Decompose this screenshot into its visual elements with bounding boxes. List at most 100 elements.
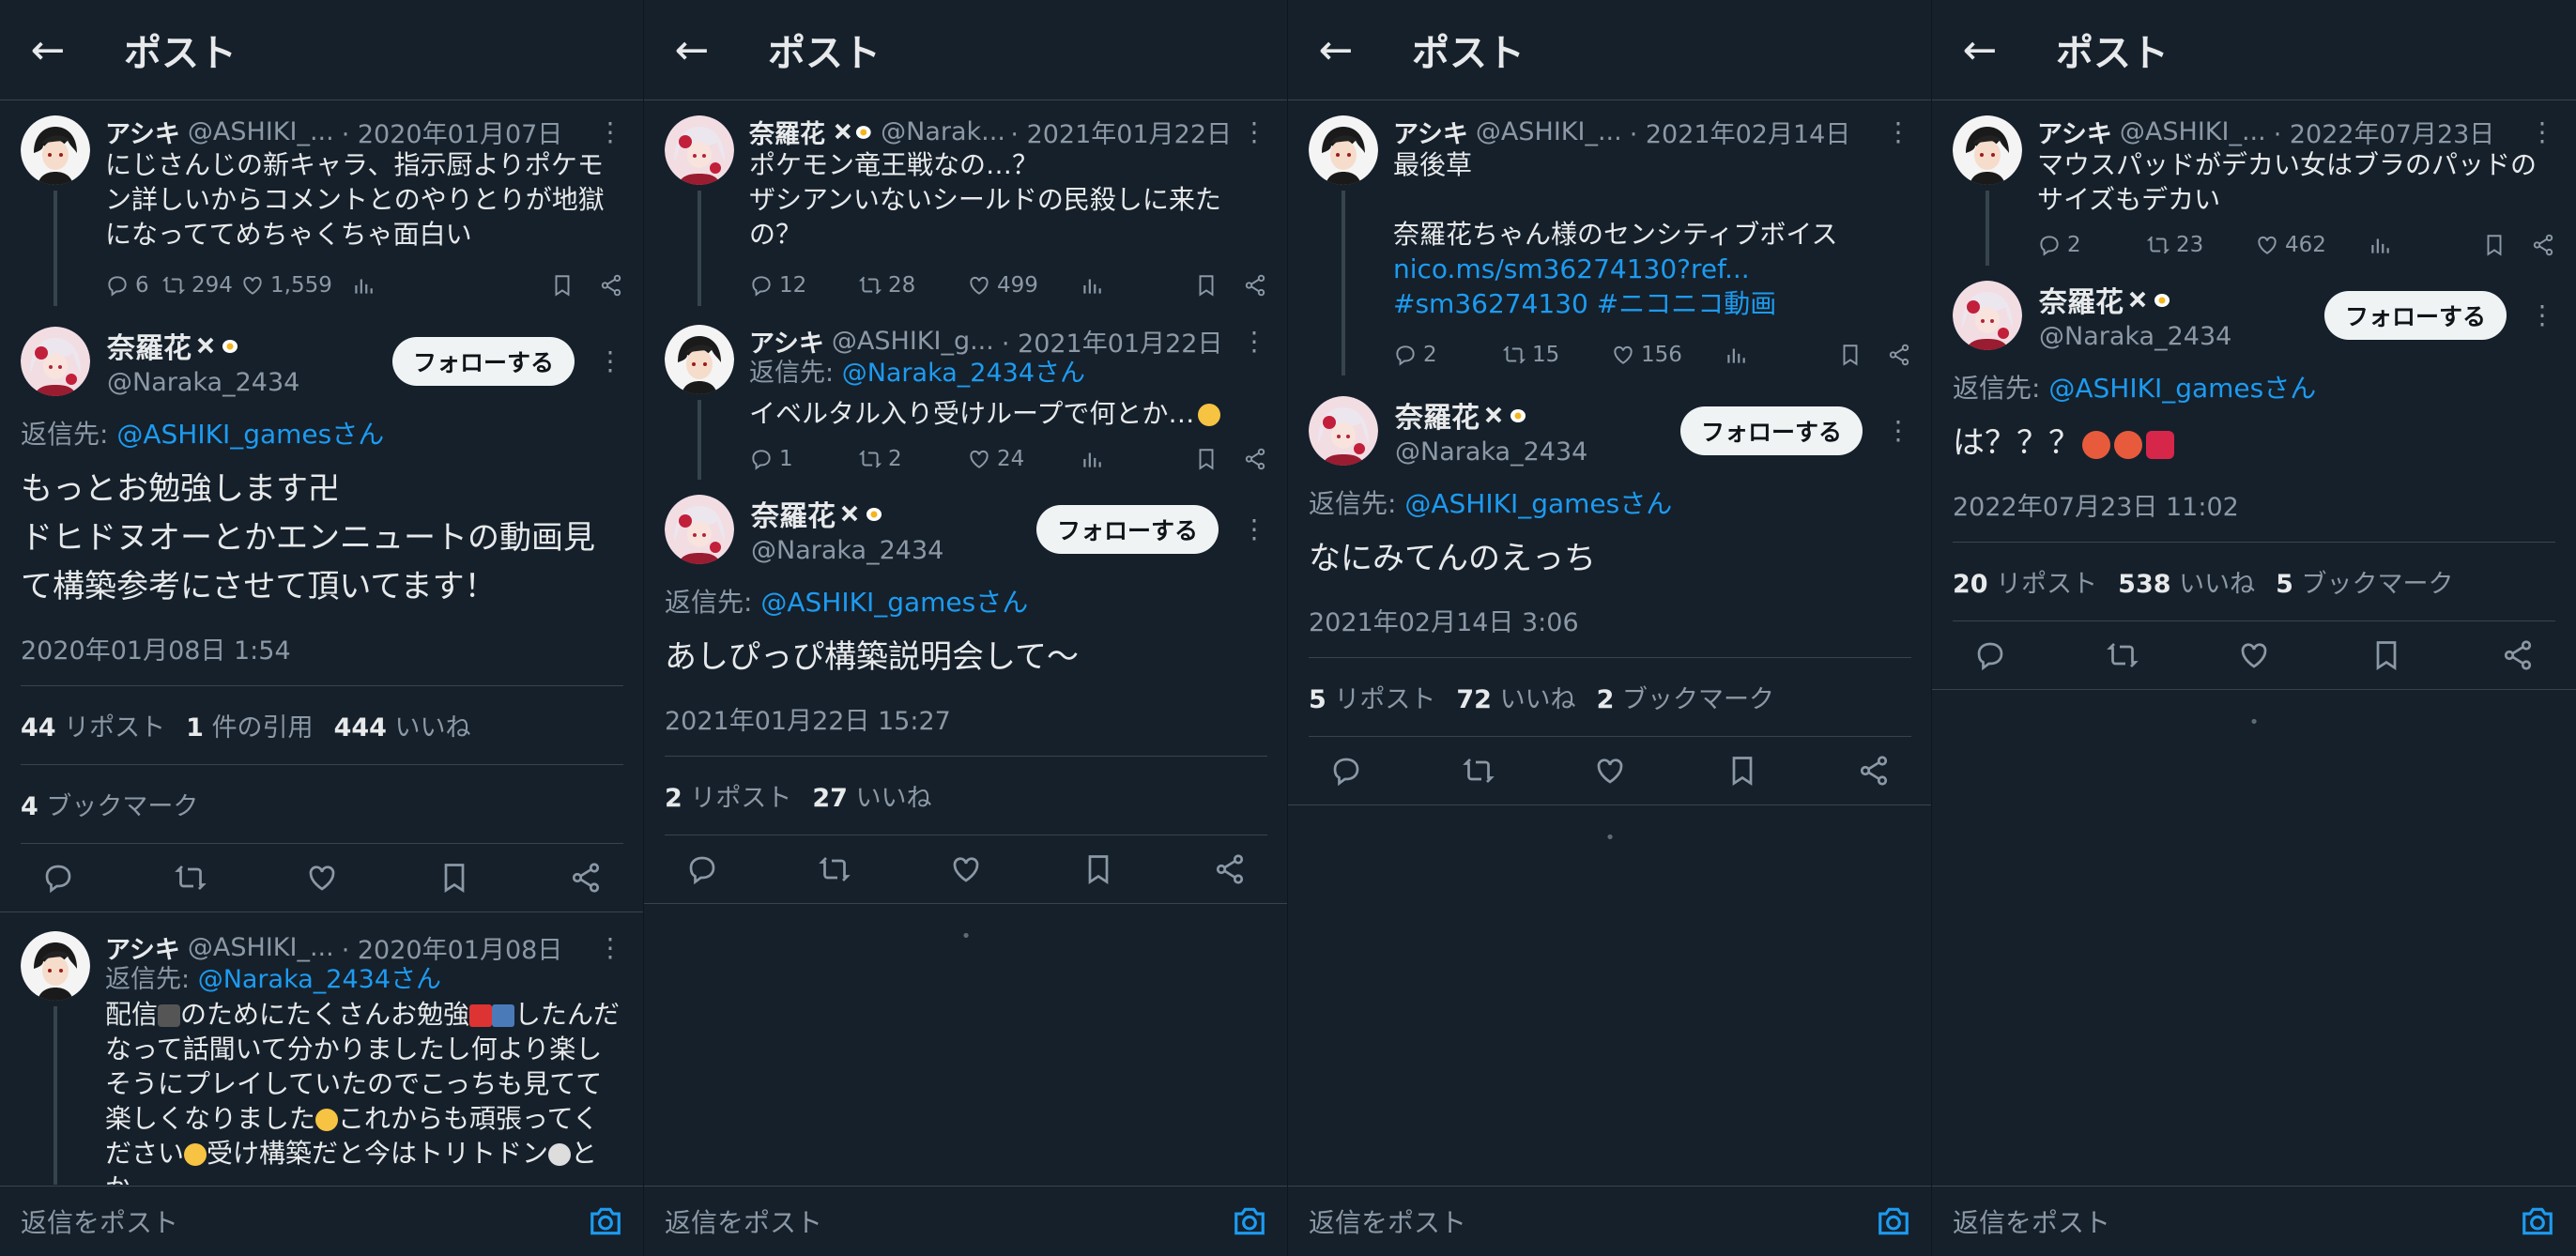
follow-button[interactable]: フォローする: [1035, 504, 1219, 554]
avatar[interactable]: [21, 931, 90, 1001]
more-icon[interactable]: ⋮: [1885, 415, 1911, 446]
reply-composer[interactable]: 返信をポスト: [1288, 1186, 1931, 1256]
back-arrow-icon[interactable]: ←: [1956, 26, 2003, 74]
author-name[interactable]: 奈羅花: [1395, 394, 1480, 436]
avatar[interactable]: [21, 115, 90, 185]
more-icon[interactable]: ⋮: [588, 932, 623, 963]
share-icon[interactable]: [2531, 233, 2555, 257]
reply-button[interactable]: 2: [2037, 233, 2146, 257]
like-stat[interactable]: 538 いいね: [2118, 563, 2255, 600]
more-icon[interactable]: ⋮: [1876, 116, 1911, 147]
share-icon[interactable]: [599, 273, 623, 298]
quote-stat[interactable]: 1 件の引用: [186, 707, 313, 743]
like-stat[interactable]: 27 いいね: [812, 777, 931, 814]
views-button[interactable]: [1724, 343, 1780, 367]
reply-composer[interactable]: 返信をポスト: [644, 1186, 1287, 1256]
share-icon[interactable]: [1887, 343, 1911, 367]
back-arrow-icon[interactable]: ←: [24, 26, 71, 74]
author-name[interactable]: アシキ: [105, 114, 180, 150]
reply-composer[interactable]: 返信をポスト: [1932, 1186, 2576, 1256]
parent-tweet[interactable]: アシキ @ASHIKI_... · 2021年02月14日 ⋮ 最後草 奈羅花ち…: [1288, 100, 1931, 385]
reply-button[interactable]: 12: [749, 273, 858, 298]
share-icon[interactable]: [1243, 447, 1267, 471]
bookmark-stat[interactable]: 2 ブックマーク: [1597, 679, 1774, 715]
bookmark-icon[interactable]: [550, 273, 575, 298]
repost-stat[interactable]: 20 リポスト: [1953, 563, 2097, 600]
more-icon[interactable]: ⋮: [597, 345, 623, 376]
bookmark-icon[interactable]: [2482, 233, 2507, 257]
reply-icon[interactable]: [1329, 754, 1363, 788]
like-button[interactable]: 499: [967, 273, 1080, 298]
reply-input[interactable]: 返信をポスト: [21, 1202, 178, 1240]
avatar[interactable]: [665, 115, 734, 185]
repost-button[interactable]: 294: [161, 273, 240, 298]
views-button[interactable]: [2368, 233, 2424, 257]
like-stat[interactable]: 72 いいね: [1456, 679, 1575, 715]
camera-icon[interactable]: [2520, 1203, 2555, 1239]
author-name[interactable]: 奈羅花: [2039, 279, 2124, 320]
camera-icon[interactable]: [1876, 1203, 1911, 1239]
author-name[interactable]: アシキ: [2037, 114, 2112, 150]
author-name[interactable]: アシキ: [749, 323, 824, 360]
bookmark-icon[interactable]: [1081, 852, 1115, 886]
more-icon[interactable]: ⋮: [588, 116, 623, 147]
bookmark-icon[interactable]: [437, 861, 471, 895]
share-icon[interactable]: [1213, 852, 1247, 886]
avatar[interactable]: [21, 327, 90, 396]
bookmark-icon[interactable]: [1194, 273, 1219, 298]
repost-button[interactable]: 15: [1502, 343, 1611, 367]
reply-icon[interactable]: [1973, 638, 2007, 672]
reply-input[interactable]: 返信をポスト: [665, 1202, 822, 1240]
more-icon[interactable]: ⋮: [2529, 299, 2555, 330]
reply-button[interactable]: 1: [749, 447, 858, 471]
tweet-link[interactable]: nico.ms/sm36274130?ref... #sm36274130 #ニ…: [1393, 252, 1911, 321]
views-button[interactable]: [1080, 447, 1136, 471]
share-icon[interactable]: [1243, 273, 1267, 298]
share-icon[interactable]: [2501, 638, 2535, 672]
reply-to-link[interactable]: @ASHIKI_gamesさん: [1404, 488, 1672, 519]
like-button[interactable]: 1,559: [240, 273, 351, 298]
bookmark-icon[interactable]: [1194, 447, 1219, 471]
reply-button[interactable]: 2: [1393, 343, 1502, 367]
repost-stat[interactable]: 5 リポスト: [1309, 679, 1435, 715]
repost-button[interactable]: 28: [858, 273, 967, 298]
like-button[interactable]: 156: [1611, 343, 1724, 367]
repost-icon[interactable]: [174, 861, 207, 895]
reply-to-link[interactable]: @ASHIKI_gamesさん: [2048, 373, 2316, 404]
reply-button[interactable]: 6: [105, 273, 161, 298]
views-button[interactable]: [1080, 273, 1136, 298]
reply-composer[interactable]: 返信をポスト: [0, 1186, 643, 1256]
like-icon[interactable]: [305, 861, 339, 895]
parent-tweet[interactable]: アシキ @ASHIKI_... · 2020年01月07日 ⋮ にじさんじの新キ…: [0, 100, 643, 315]
author-name[interactable]: アシキ: [1393, 114, 1468, 150]
avatar[interactable]: [1953, 115, 2022, 185]
repost-icon[interactable]: [818, 852, 851, 886]
more-icon[interactable]: ⋮: [1241, 513, 1267, 544]
reply-icon[interactable]: [41, 861, 75, 895]
share-icon[interactable]: [1857, 754, 1891, 788]
bookmark-stat[interactable]: 4 ブックマーク: [21, 786, 198, 822]
bookmark-icon[interactable]: [2369, 638, 2403, 672]
author-name[interactable]: 奈羅花: [107, 325, 192, 366]
like-icon[interactable]: [949, 852, 983, 886]
repost-icon[interactable]: [1462, 754, 1495, 788]
follow-button[interactable]: フォローする: [1679, 406, 1863, 455]
reply-to-link[interactable]: @ASHIKI_gamesさん: [760, 587, 1028, 618]
back-arrow-icon[interactable]: ←: [1312, 26, 1359, 74]
parent-tweet[interactable]: 奈羅花 @Narak... · 2021年01月22日 ⋮ ポケモン竜王戦なの……: [644, 100, 1287, 310]
like-button[interactable]: 462: [2255, 233, 2368, 257]
like-stat[interactable]: 444 いいね: [334, 707, 471, 743]
author-name[interactable]: 奈羅花: [749, 114, 825, 150]
follow-button[interactable]: フォローする: [2323, 290, 2507, 340]
like-icon[interactable]: [1593, 754, 1627, 788]
reply-to-link[interactable]: @Naraka_2434さん: [198, 965, 441, 994]
camera-icon[interactable]: [588, 1203, 623, 1239]
bookmark-icon[interactable]: [1838, 343, 1863, 367]
bookmark-stat[interactable]: 5 ブックマーク: [2276, 563, 2453, 600]
avatar[interactable]: [665, 495, 734, 564]
reply-to-link[interactable]: @Naraka_2434さん: [842, 359, 1085, 388]
share-icon[interactable]: [569, 861, 603, 895]
repost-stat[interactable]: 2 リポスト: [665, 777, 791, 814]
follow-button[interactable]: フォローする: [391, 336, 575, 386]
reply-tweet[interactable]: アシキ @ASHIKI_... · 2020年01月08日 ⋮ 返信先: @Na…: [0, 912, 643, 1185]
